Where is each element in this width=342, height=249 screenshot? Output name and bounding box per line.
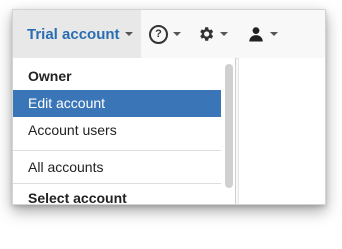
account-dropdown-menu: Owner Edit account Account users All acc… [13, 58, 236, 205]
menu-header-owner: Owner [28, 68, 72, 84]
menu-divider [13, 183, 221, 184]
menu-header-select-account: Select account [28, 190, 127, 205]
chevron-down-icon [124, 32, 133, 36]
app-window: Trial account ? Owner Edit account Accou… [12, 9, 326, 205]
user-menu-toggle[interactable] [247, 10, 283, 58]
chevron-down-icon [270, 32, 278, 36]
gear-icon [200, 27, 214, 41]
help-menu-toggle[interactable]: ? [149, 10, 185, 58]
user-icon [249, 27, 263, 42]
trial-account-label: Trial account [27, 25, 120, 43]
settings-menu-toggle[interactable] [197, 10, 233, 58]
page-content [238, 58, 325, 204]
chevron-down-icon [173, 32, 181, 36]
menu-item-edit-account[interactable]: Edit account [13, 90, 221, 117]
help-icon: ? [149, 24, 168, 44]
menu-divider [13, 150, 221, 151]
menu-item-account-users[interactable]: Account users [13, 117, 221, 144]
menu-scrollbar[interactable] [225, 64, 233, 188]
trial-account-menu-toggle[interactable]: Trial account [13, 10, 141, 58]
chevron-down-icon [220, 32, 228, 36]
menu-item-all-accounts[interactable]: All accounts [13, 154, 221, 181]
top-navbar: Trial account ? [13, 10, 325, 59]
